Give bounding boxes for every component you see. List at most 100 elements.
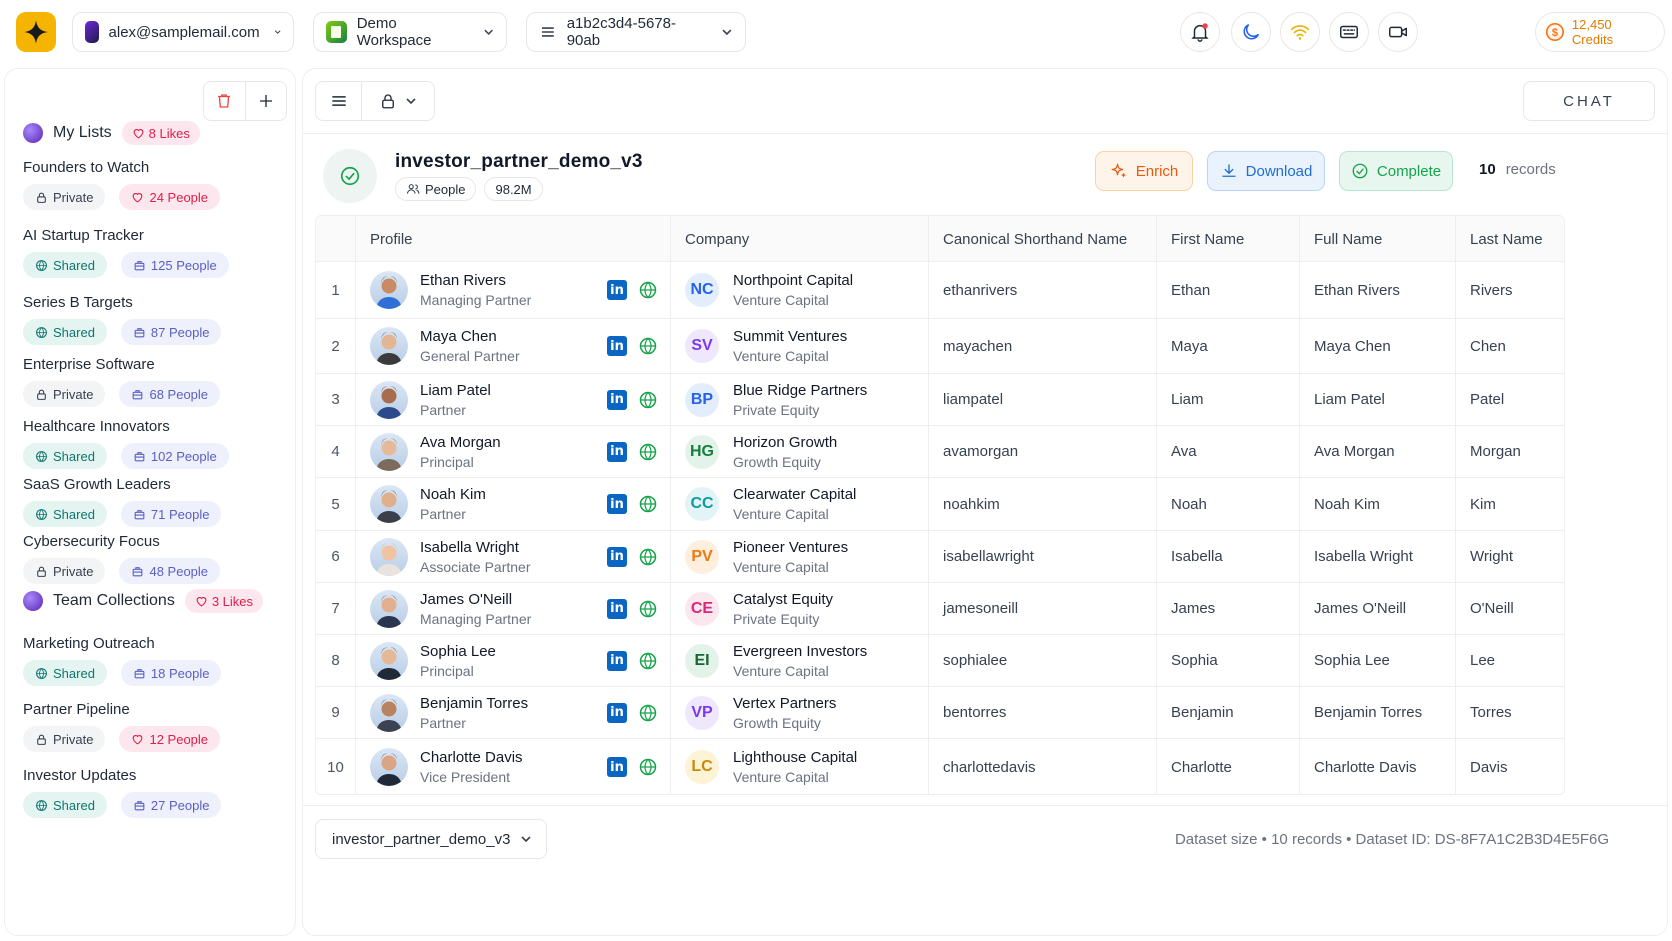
shorthand-cell[interactable]: bentorres	[928, 687, 1156, 738]
last-name-cell[interactable]: Lee	[1455, 635, 1564, 686]
enrich-button[interactable]: Enrich	[1095, 151, 1193, 191]
table-row[interactable]: 4 Ava Morgan Principal in HG Horizon Gro…	[316, 426, 1564, 478]
website-globe-icon[interactable]	[638, 703, 658, 723]
website-globe-icon[interactable]	[638, 280, 658, 300]
profile-cell[interactable]: Maya Chen General Partner in	[355, 319, 670, 373]
website-globe-icon[interactable]	[638, 494, 658, 514]
last-name-cell[interactable]: Wright	[1455, 531, 1564, 582]
column-header[interactable]: First Name	[1156, 216, 1299, 262]
sidebar-group-header[interactable]: Team Collections 3 Likes	[23, 589, 264, 613]
linkedin-icon[interactable]: in	[607, 598, 627, 619]
last-name-cell[interactable]: Rivers	[1455, 262, 1564, 318]
website-globe-icon[interactable]	[638, 390, 658, 410]
table-row[interactable]: 3 Liam Patel Partner in BP Blue Ridge Pa…	[316, 374, 1564, 426]
dataset-select[interactable]: investor_partner_demo_v3	[315, 819, 547, 859]
shorthand-cell[interactable]: noahkim	[928, 478, 1156, 530]
first-name-cell[interactable]: Sophia	[1156, 635, 1299, 686]
full-name-cell[interactable]: Maya Chen	[1299, 319, 1455, 373]
table-row[interactable]: 6 Isabella Wright Associate Partner in P…	[316, 531, 1564, 583]
first-name-cell[interactable]: Ava	[1156, 426, 1299, 477]
table-row[interactable]: 5 Noah Kim Partner in CC Clearwater Capi…	[316, 478, 1564, 531]
table-row[interactable]: 7 James O'Neill Managing Partner in CE C…	[316, 583, 1564, 635]
company-cell[interactable]: CC Clearwater Capital Venture Capital	[670, 478, 928, 530]
column-header[interactable]: Canonical Shorthand Name	[928, 216, 1156, 262]
company-cell[interactable]: CE Catalyst Equity Private Equity	[670, 583, 928, 634]
shorthand-cell[interactable]: isabellawright	[928, 531, 1156, 582]
linkedin-icon[interactable]: in	[607, 389, 627, 410]
company-cell[interactable]: SV Summit Ventures Venture Capital	[670, 319, 928, 373]
shorthand-cell[interactable]: avamorgan	[928, 426, 1156, 477]
sidebar-list-item[interactable]: Healthcare Innovators Shared 102 People	[23, 418, 283, 469]
shorthand-cell[interactable]: liampatel	[928, 374, 1156, 425]
column-header[interactable]: Company	[670, 216, 928, 262]
linkedin-icon[interactable]: in	[607, 546, 627, 567]
delete-list-button[interactable]	[204, 82, 245, 120]
last-name-cell[interactable]: Torres	[1455, 687, 1564, 738]
company-cell[interactable]: EI Evergreen Investors Venture Capital	[670, 635, 928, 686]
last-name-cell[interactable]: Kim	[1455, 478, 1564, 530]
menu-button[interactable]	[316, 82, 362, 120]
linkedin-icon[interactable]: in	[607, 441, 627, 462]
website-globe-icon[interactable]	[638, 757, 658, 777]
website-globe-icon[interactable]	[638, 336, 658, 356]
sidebar-list-item[interactable]: Investor Updates Shared 27 People	[23, 767, 283, 818]
profile-cell[interactable]: Charlotte Davis Vice President in	[355, 739, 670, 794]
likes-badge[interactable]: 3 Likes	[184, 589, 264, 613]
credits-button[interactable]: $ 12,450 Credits	[1535, 12, 1665, 52]
shorthand-cell[interactable]: charlottedavis	[928, 739, 1156, 794]
sidebar-list-item[interactable]: Enterprise Software Private 68 People	[23, 356, 283, 407]
full-name-cell[interactable]: James O'Neill	[1299, 583, 1455, 634]
first-name-cell[interactable]: Benjamin	[1156, 687, 1299, 738]
dark-mode-toggle[interactable]	[1231, 12, 1271, 52]
video-button[interactable]	[1378, 12, 1418, 52]
profile-cell[interactable]: Liam Patel Partner in	[355, 374, 670, 425]
first-name-cell[interactable]: Charlotte	[1156, 739, 1299, 794]
profile-cell[interactable]: James O'Neill Managing Partner in	[355, 583, 670, 634]
download-button[interactable]: Download	[1207, 151, 1325, 191]
complete-button[interactable]: Complete	[1339, 151, 1453, 191]
website-globe-icon[interactable]	[638, 442, 658, 462]
linkedin-icon[interactable]: in	[607, 494, 627, 514]
profile-cell[interactable]: Ethan Rivers Managing Partner in	[355, 262, 670, 318]
full-name-cell[interactable]: Liam Patel	[1299, 374, 1455, 425]
likes-badge[interactable]: 8 Likes	[121, 121, 200, 145]
sidebar-list-item[interactable]: Marketing Outreach Shared 18 People	[23, 635, 283, 686]
column-header[interactable]: Profile	[355, 216, 670, 262]
app-logo[interactable]	[16, 12, 56, 52]
sidebar-list-item[interactable]: Series B Targets Shared 87 People	[23, 294, 283, 345]
shorthand-cell[interactable]: sophialee	[928, 635, 1156, 686]
table-row[interactable]: 9 Benjamin Torres Partner in VP Vertex P…	[316, 687, 1564, 739]
company-cell[interactable]: VP Vertex Partners Growth Equity	[670, 687, 928, 738]
last-name-cell[interactable]: Davis	[1455, 739, 1564, 794]
last-name-cell[interactable]: O'Neill	[1455, 583, 1564, 634]
table-row[interactable]: 2 Maya Chen General Partner in SV Summit…	[316, 319, 1564, 374]
add-list-button[interactable]	[244, 82, 287, 120]
sidebar-list-item[interactable]: SaaS Growth Leaders Shared 71 People	[23, 476, 283, 527]
first-name-cell[interactable]: Maya	[1156, 319, 1299, 373]
linkedin-icon[interactable]: in	[607, 757, 627, 777]
website-globe-icon[interactable]	[638, 547, 658, 567]
company-cell[interactable]: BP Blue Ridge Partners Private Equity	[670, 374, 928, 425]
company-cell[interactable]: LC Lighthouse Capital Venture Capital	[670, 739, 928, 794]
table-row[interactable]: 8 Sophia Lee Principal in EI Evergreen I…	[316, 635, 1564, 687]
company-cell[interactable]: PV Pioneer Ventures Venture Capital	[670, 531, 928, 582]
shorthand-cell[interactable]: ethanrivers	[928, 262, 1156, 318]
shorthand-cell[interactable]: jamesoneill	[928, 583, 1156, 634]
full-name-cell[interactable]: Ava Morgan	[1299, 426, 1455, 477]
sidebar-group-header[interactable]: My Lists 8 Likes	[23, 121, 200, 145]
full-name-cell[interactable]: Benjamin Torres	[1299, 687, 1455, 738]
workspace-switcher[interactable]: Demo Workspace	[313, 12, 507, 52]
first-name-cell[interactable]: Noah	[1156, 478, 1299, 530]
linkedin-icon[interactable]: in	[607, 702, 627, 723]
access-dropdown[interactable]	[362, 82, 434, 120]
notifications-button[interactable]	[1180, 12, 1220, 52]
full-name-cell[interactable]: Ethan Rivers	[1299, 262, 1455, 318]
first-name-cell[interactable]: Liam	[1156, 374, 1299, 425]
company-cell[interactable]: HG Horizon Growth Growth Equity	[670, 426, 928, 477]
table-row[interactable]: 10 Charlotte Davis Vice President in LC …	[316, 739, 1564, 794]
website-globe-icon[interactable]	[638, 599, 658, 619]
first-name-cell[interactable]: James	[1156, 583, 1299, 634]
profile-cell[interactable]: Sophia Lee Principal in	[355, 635, 670, 686]
profile-cell[interactable]: Ava Morgan Principal in	[355, 426, 670, 477]
sidebar-list-item[interactable]: Partner Pipeline Private 12 People	[23, 701, 283, 752]
